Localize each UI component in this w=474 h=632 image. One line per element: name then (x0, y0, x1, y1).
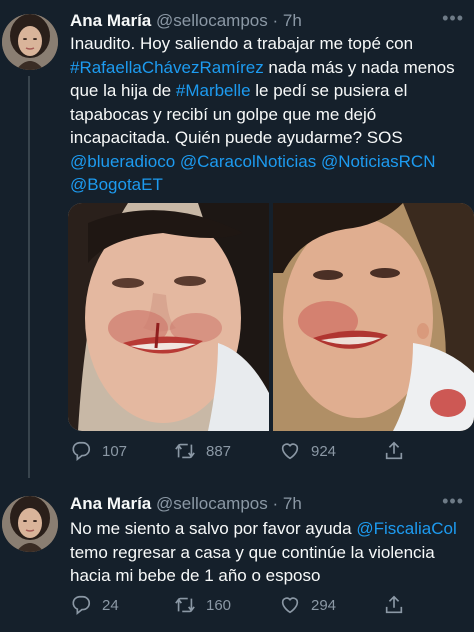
share-icon (385, 595, 403, 614)
tweet-header: Ana María @sellocampos · 7h (70, 493, 302, 515)
text-segment: Inaudito. Hoy saliendo a trabajar me top… (70, 34, 414, 53)
more-dots-icon[interactable]: ••• (442, 8, 464, 29)
separator: · (272, 11, 279, 30)
hashtag-link[interactable]: #RafaellaChávezRamírez (70, 58, 264, 77)
tweet-text: Inaudito. Hoy saliendo a trabajar me top… (70, 32, 470, 197)
tweet[interactable]: Ana María @sellocampos · 7h ••• Inaudito… (0, 0, 474, 478)
photo-right[interactable] (273, 203, 474, 431)
share-button[interactable] (383, 594, 405, 616)
avatar[interactable] (2, 496, 58, 552)
heart-icon (281, 597, 299, 614)
separator: · (272, 494, 279, 513)
like-button[interactable]: 924 (279, 440, 383, 462)
author-handle[interactable]: @sellocampos (156, 11, 268, 30)
author-name[interactable]: Ana María (70, 11, 151, 30)
reply-icon (72, 595, 91, 615)
author-handle[interactable]: @sellocampos (156, 494, 268, 513)
mention-link[interactable]: @blueradioco (70, 152, 175, 171)
reply-count: 107 (102, 442, 128, 460)
timestamp[interactable]: 7h (283, 494, 302, 513)
reply-count: 24 (102, 596, 119, 614)
reply-icon (72, 441, 91, 461)
retweet-button[interactable]: 887 (174, 440, 279, 462)
mention-link[interactable]: @FiscaliaCol (356, 519, 456, 538)
mention-link[interactable]: @CaracolNoticias (180, 152, 316, 171)
tweet-actions: 24 160 294 (70, 594, 405, 616)
avatar[interactable] (2, 14, 58, 70)
media-grid[interactable] (68, 203, 474, 431)
like-button[interactable]: 294 (279, 594, 383, 616)
timestamp[interactable]: 7h (283, 11, 302, 30)
mention-link[interactable]: @BogotaET (70, 175, 163, 194)
retweet-icon (175, 443, 195, 459)
retweet-count: 160 (206, 596, 232, 614)
reply-button[interactable]: 107 (70, 440, 174, 462)
tweet-header: Ana María @sellocampos · 7h (70, 10, 302, 32)
like-count: 294 (311, 596, 337, 614)
reply-button[interactable]: 24 (70, 594, 174, 616)
author-name[interactable]: Ana María (70, 494, 151, 513)
like-count: 924 (311, 442, 337, 460)
retweet-count: 887 (206, 442, 232, 460)
retweet-button[interactable]: 160 (174, 594, 279, 616)
share-icon (385, 441, 403, 460)
photo-left[interactable] (68, 203, 269, 431)
text-segment: temo regresar a casa y que continúe la v… (70, 542, 435, 586)
thread-line (28, 76, 30, 478)
retweet-icon (175, 597, 195, 613)
mention-link[interactable]: @NoticiasRCN (321, 152, 436, 171)
heart-icon (281, 443, 299, 460)
hashtag-link[interactable]: #Marbelle (176, 81, 251, 100)
share-button[interactable] (383, 440, 405, 462)
tweet-actions: 107 887 924 (70, 440, 405, 462)
tweet[interactable]: Ana María @sellocampos · 7h ••• No me si… (0, 478, 474, 632)
tweet-text: No me siento a salvo por favor ayuda @Fi… (70, 517, 470, 588)
text-segment: No me siento a salvo por favor ayuda (70, 519, 357, 538)
more-dots-icon[interactable]: ••• (442, 491, 464, 512)
